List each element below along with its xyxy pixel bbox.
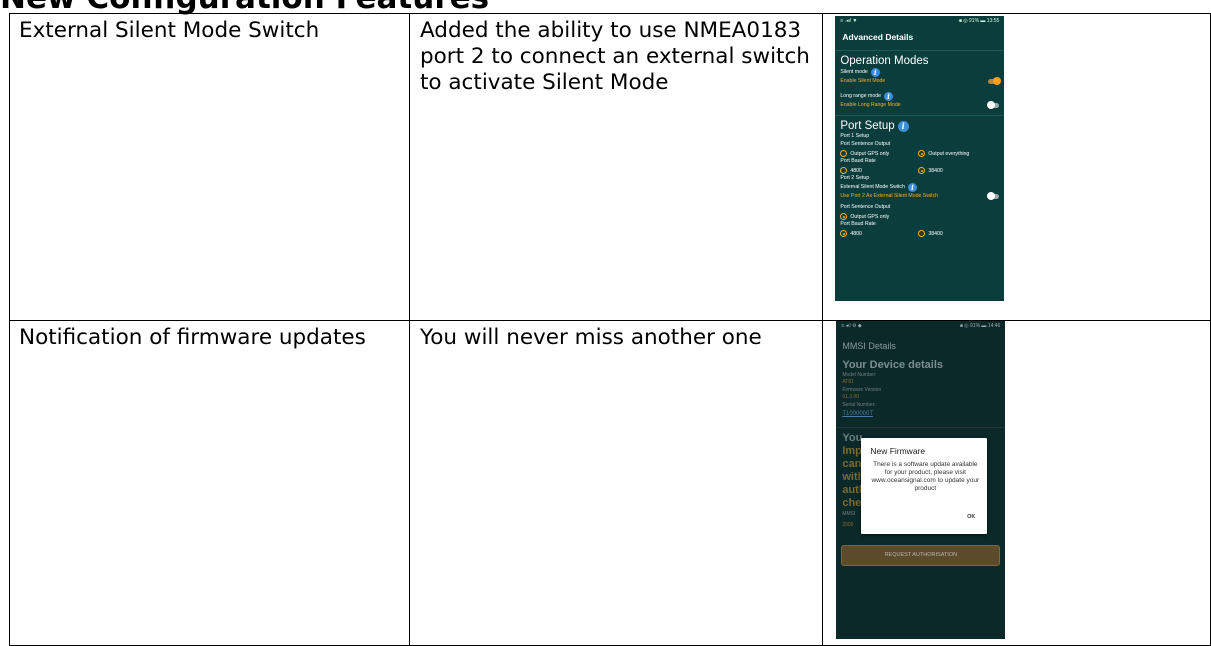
radio-button[interactable] (840, 230, 848, 237)
toggle-knob (993, 77, 1002, 85)
label-text: External Silent Mode Switch (840, 184, 905, 190)
radio-button[interactable] (918, 167, 926, 174)
radio-output-gps-only[interactable]: Output GPS only (840, 150, 918, 157)
serial-label: Serial Number: (842, 402, 876, 408)
radio-baud-38400[interactable]: 38400 (918, 167, 996, 174)
feature-description: You will never miss another one (419, 325, 762, 350)
radio-port2-gps-only[interactable]: Output GPS only (840, 213, 918, 220)
section-port-setup: Port Setup i (835, 118, 1004, 132)
divider (835, 50, 1005, 51)
radio-baud-4800[interactable]: 4800 (840, 167, 918, 174)
section-operation-modes: Operation Modes (835, 53, 1004, 67)
ok-button[interactable]: OK (967, 514, 975, 520)
radio-label: Output GPS only (850, 213, 890, 220)
ext-silent-switch-label: External Silent Mode Switch i (835, 182, 1004, 192)
label-text: Enable Long Range Mode (840, 102, 901, 108)
features-table: External Silent Mode Switch Added the ab… (9, 13, 1211, 646)
request-authorisation-button[interactable]: REQUEST AUTHORISATION (841, 545, 1001, 566)
use-port2-row[interactable]: Use Port 2 As External Silent Mode Switc… (835, 192, 1004, 200)
feature-description: Added the ability to use NMEA0183 port 2… (419, 18, 810, 95)
radio-port2-baud-38400[interactable]: 38400 (918, 230, 996, 237)
advanced-details-screenshot: ≡ .◂ıl ▼ ■ ◎ 91% ▬ 13:55 Advanced Detail… (835, 16, 1005, 301)
radio-button[interactable] (840, 213, 848, 220)
section-title: Operation Modes (840, 55, 929, 67)
device-details-title: Your Device details (842, 359, 943, 371)
status-bar: ≡.◂ıl ⚙ ◆ ■ ◎ 91% ▬ 14:46 (836, 321, 1005, 331)
description-cell: You will never miss another one (408, 320, 824, 646)
divider (836, 427, 1006, 428)
port1-setup-label: Port 1 Setup (840, 133, 870, 139)
label-text: Long range mode (840, 93, 881, 99)
feature-cell: Notification of firmware updates (9, 320, 410, 646)
label-text: Silent mode (840, 69, 868, 75)
port2-setup-label: Port 2 Setup (840, 175, 870, 181)
model-number-label: Model Number: (842, 372, 877, 378)
app-bar-title: Advanced Details (842, 32, 914, 42)
label-text: Enable Silent Mode (840, 78, 886, 84)
firmware-value: 01.3.00 (842, 394, 860, 400)
port2-sentence-output-label: Port Sentence Output (840, 204, 891, 210)
info-icon: i (907, 183, 917, 192)
feature-cell: External Silent Mode Switch (9, 13, 410, 321)
table-row: External Silent Mode Switch Added the ab… (9, 13, 1211, 321)
dialog-title: New Firmware (870, 446, 926, 456)
long-range-toggle[interactable] (987, 101, 1000, 109)
dialog-body: There is a software update available for… (871, 461, 980, 492)
silent-mode-label: Silent mode i (835, 67, 1004, 77)
screenshot-cell: ≡.◂ıl ⚙ ◆ ■ ◎ 91% ▬ 14:46 MMSI Details Y… (822, 320, 1211, 646)
radio-port2-baud-4800[interactable]: 4800 (840, 230, 918, 237)
port2-baud-options: 4800 38400 (835, 228, 1004, 237)
port2-output-options: Output GPS only (835, 211, 1004, 220)
info-icon: i (884, 92, 893, 101)
description-cell: Added the ability to use NMEA0183 port 2… (408, 13, 824, 321)
radio-label: Output GPS only (850, 150, 890, 157)
toggle-knob (987, 101, 996, 109)
feature-name: External Silent Mode Switch (19, 18, 320, 43)
mmsi-details-screenshot: ≡.◂ıl ⚙ ◆ ■ ◎ 91% ▬ 14:46 MMSI Details Y… (836, 321, 1006, 639)
label-text: Use Port 2 As External Silent Mode Switc… (840, 193, 939, 199)
firmware-label: Firmware Version (842, 387, 882, 393)
divider (835, 115, 1005, 116)
screenshot-cell: ≡ .◂ıl ▼ ■ ◎ 91% ▬ 13:55 Advanced Detail… (822, 13, 1211, 321)
port1-baud-options: 4800 38400 (835, 165, 1004, 174)
info-icon: i (897, 120, 909, 132)
radio-button[interactable] (918, 230, 926, 237)
status-right: ■ ◎ 91% ▬ 13:55 (958, 18, 1000, 24)
status-right: ■ ◎ 91% ▬ 14:46 (959, 323, 1001, 329)
port-sentence-output-label: Port Sentence Output (840, 141, 891, 147)
use-port2-toggle[interactable] (987, 192, 1000, 200)
radio-label: 4800 (850, 230, 862, 237)
model-number-value: AT81 (842, 379, 854, 385)
long-range-label: Long range mode i (835, 91, 1004, 101)
status-left: ≡.◂ıl ⚙ ◆ (841, 323, 862, 329)
section-title: Port Setup (840, 120, 895, 132)
feature-name: Notification of firmware updates (19, 325, 366, 350)
toggle-knob (987, 192, 996, 200)
radio-output-everything[interactable]: Output everything (918, 150, 996, 157)
radio-label: 4800 (850, 167, 862, 174)
status-bar: ≡ .◂ıl ▼ ■ ◎ 91% ▬ 13:55 (835, 16, 1004, 26)
new-firmware-dialog: New Firmware There is a software update … (861, 438, 988, 534)
radio-label: 38400 (928, 230, 943, 237)
enable-silent-row[interactable]: Enable Silent Mode (835, 77, 1004, 85)
radio-label: 38400 (928, 167, 943, 174)
radio-label: Output everything (928, 150, 970, 157)
port2-baud-rate-label: Port Baud Rate (840, 221, 876, 227)
port-baud-rate-label: Port Baud Rate (840, 158, 876, 164)
radio-button[interactable] (840, 167, 848, 174)
table-row: Notification of firmware updates You wil… (9, 320, 1211, 646)
app-bar-title: MMSI Details (842, 341, 896, 351)
status-left: ≡ .◂ıl ▼ (840, 18, 858, 24)
enable-long-range-row[interactable]: Enable Long Range Mode (835, 101, 1004, 109)
radio-button[interactable] (840, 150, 848, 157)
info-icon: i (870, 68, 880, 77)
serial-value: T1000000T (842, 411, 874, 417)
radio-button[interactable] (918, 150, 926, 157)
silent-mode-toggle[interactable] (988, 77, 1002, 85)
port1-output-options: Output GPS only Output everything (835, 148, 1004, 157)
